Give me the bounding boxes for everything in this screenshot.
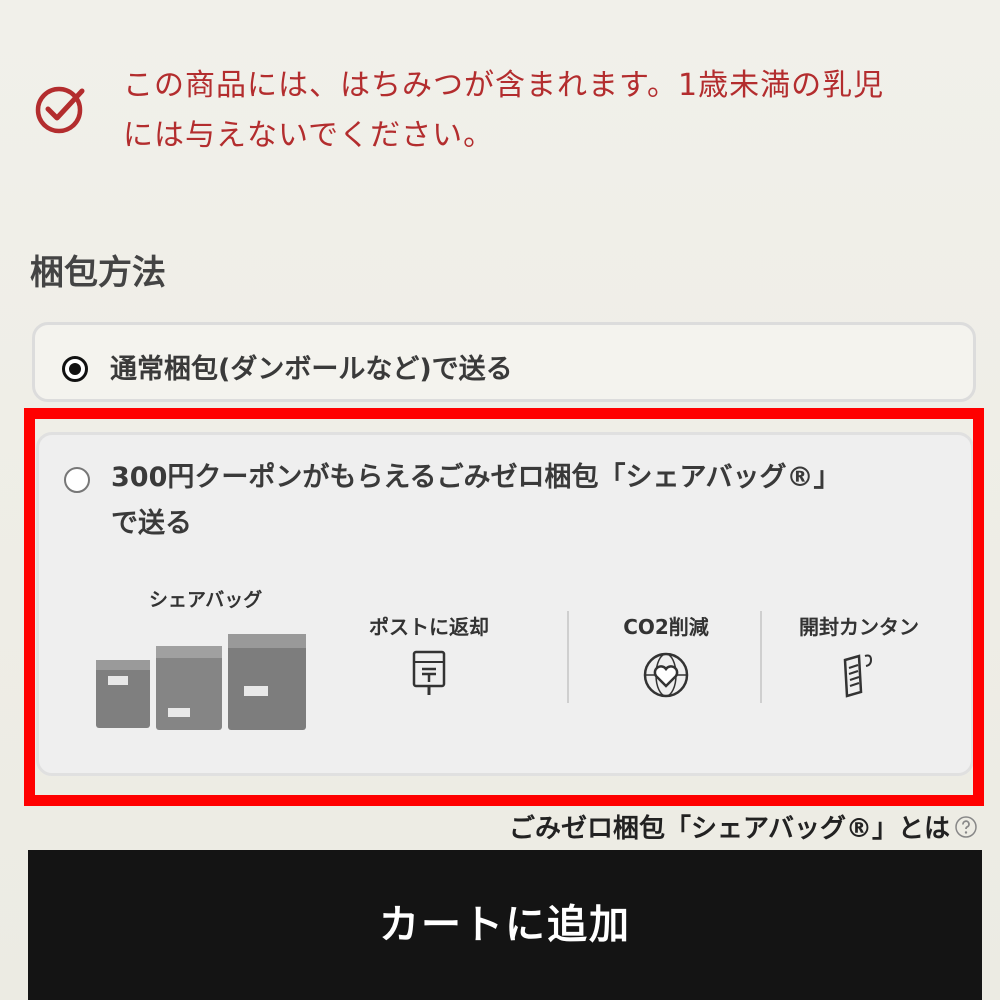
highlight-frame bbox=[24, 408, 984, 806]
help-question-icon[interactable] bbox=[954, 815, 978, 839]
add-to-cart-button[interactable]: カートに追加 bbox=[28, 850, 982, 1000]
sharebag-about-link[interactable]: ごみゼロ梱包「シェアバッグ®」とは bbox=[509, 808, 978, 845]
sharebag-about-link-text[interactable]: ごみゼロ梱包「シェアバッグ®」とは bbox=[509, 808, 950, 845]
packaging-section-title: 梱包方法 bbox=[30, 253, 166, 293]
notice-line-1: この商品には、はちみつが含まれます。1歳未満の乳児 bbox=[123, 68, 885, 103]
notice-line-2: には与えないでください。 bbox=[123, 118, 495, 153]
check-circle-icon bbox=[35, 86, 85, 134]
option-normal-label: 通常梱包(ダンボールなど)で送る bbox=[110, 354, 513, 385]
notice-text: この商品には、はちみつが含まれます。1歳未満の乳児 には与えないでください。 bbox=[123, 61, 983, 161]
radio-normal-packaging[interactable] bbox=[62, 356, 88, 382]
honey-warning-notice: この商品には、はちみつが含まれます。1歳未満の乳児 には与えないでください。 bbox=[30, 55, 980, 165]
add-to-cart-label: カートに追加 bbox=[379, 903, 631, 947]
packaging-option-normal[interactable]: 通常梱包(ダンボールなど)で送る bbox=[32, 322, 976, 402]
